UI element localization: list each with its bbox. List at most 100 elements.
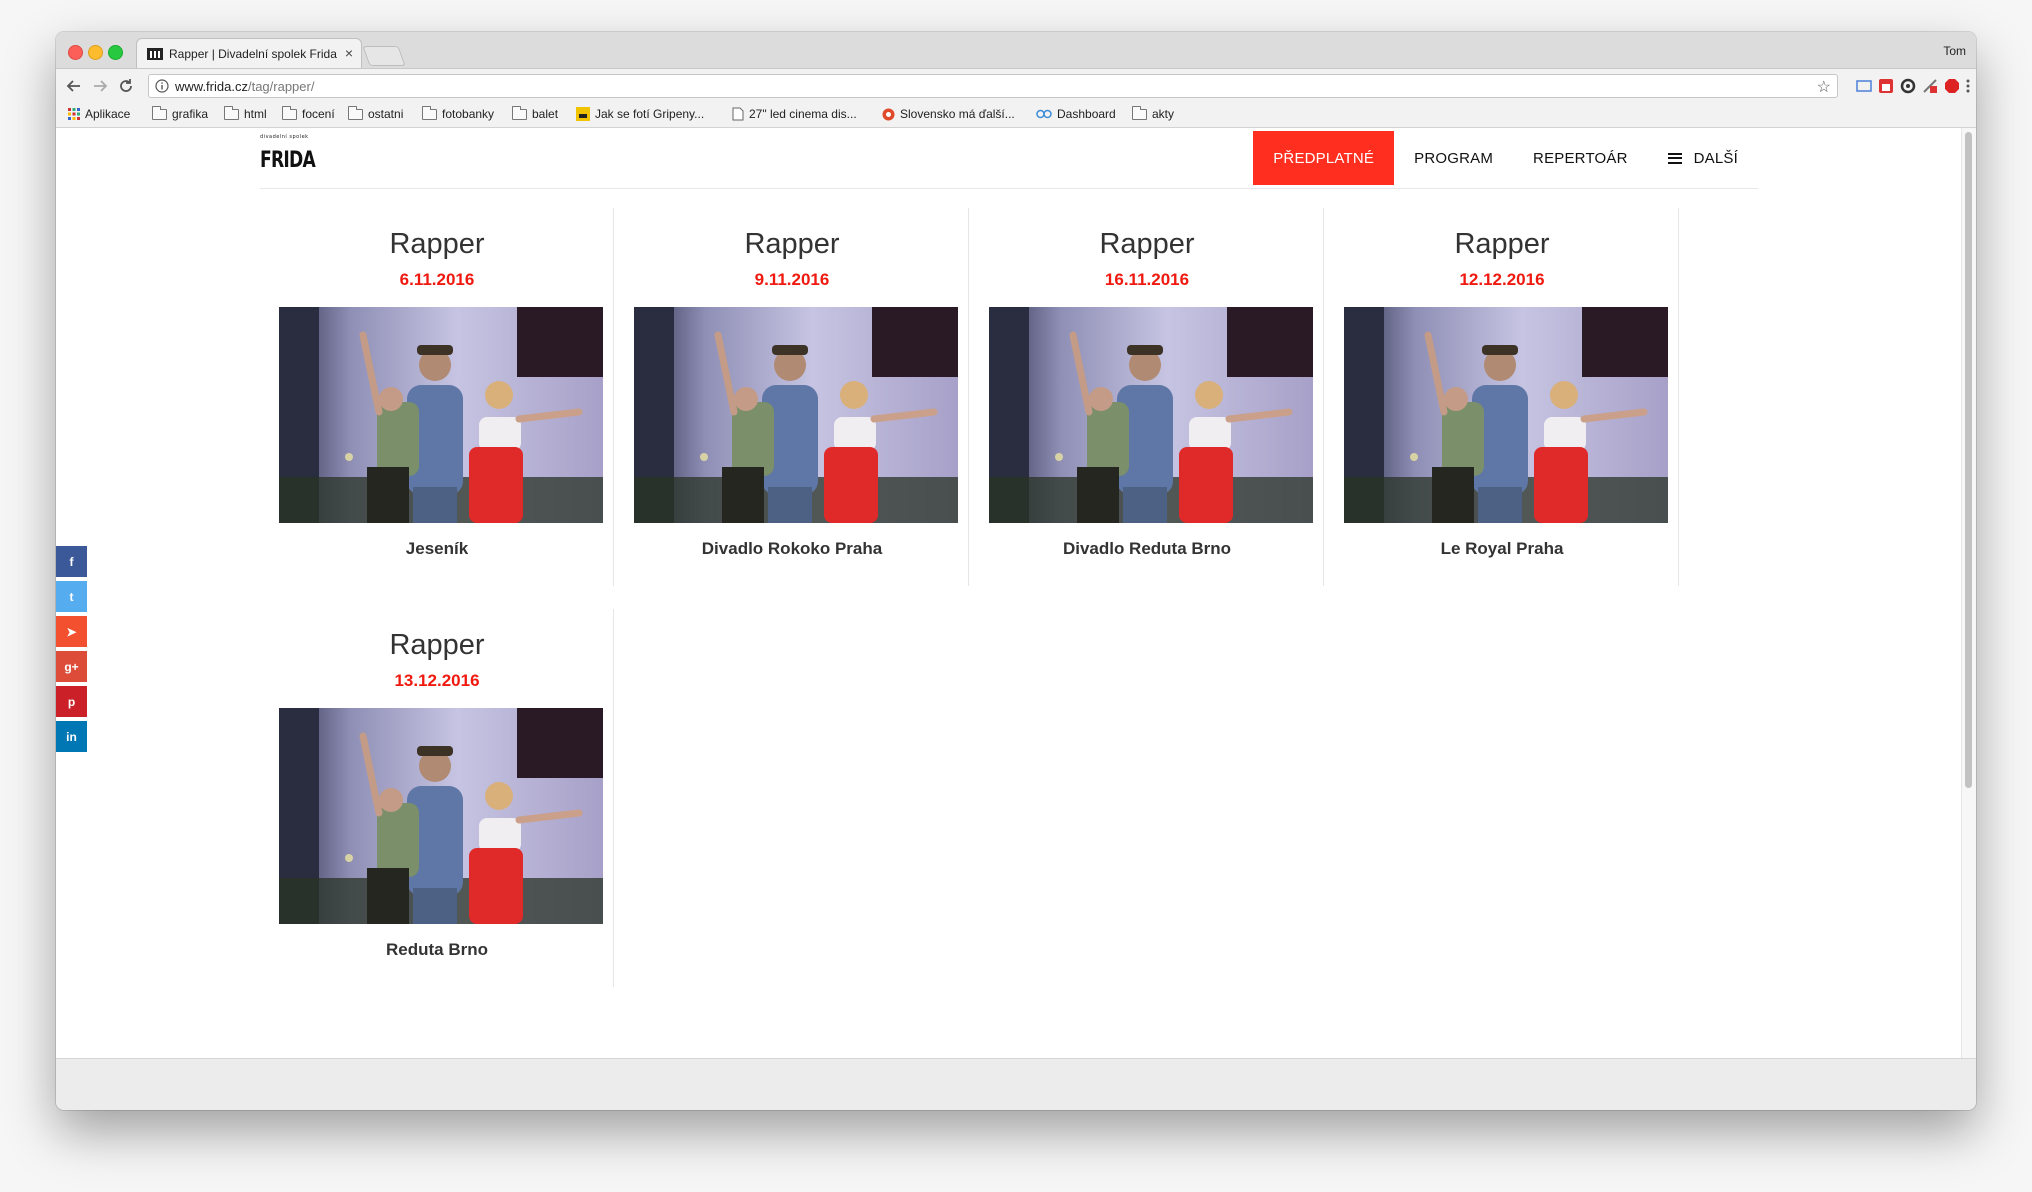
event-venue: Divadlo Reduta Brno (1062, 539, 1232, 558)
folder-icon (224, 105, 239, 120)
apps-grid-icon (68, 108, 80, 120)
event-photo[interactable] (279, 307, 603, 523)
event-card[interactable]: Rapper 16.11.2016 Divadlo Reduta Brno (970, 208, 1324, 586)
bookmark-label: akty (1152, 107, 1175, 121)
bookmark-folder[interactable]: html (224, 105, 267, 121)
browser-toolbar: www.frida.cz/tag/rapper/ ☆ (56, 69, 1976, 103)
bookmark-link[interactable]: 27" led cinema dis... (732, 107, 857, 121)
bookmark-folder[interactable]: fotobanky (422, 105, 495, 121)
event-date: 9.11.2016 (754, 270, 830, 289)
hamburger-icon (1667, 152, 1682, 164)
bookmark-label: balet (532, 107, 559, 121)
bookmark-label: Aplikace (85, 107, 131, 121)
page-icon (732, 107, 744, 121)
forward-icon[interactable] (90, 76, 110, 96)
tab-strip: Rapper | Divadelní spolek Frida × Tom (56, 32, 1976, 69)
nav-repertoire[interactable]: REPERTOÁR (1513, 131, 1648, 185)
address-bar[interactable]: www.frida.cz/tag/rapper/ ☆ (148, 74, 1838, 98)
logo-tagline: divadelní spolek (260, 134, 309, 140)
facebook-share-icon[interactable]: f (56, 546, 87, 577)
back-icon[interactable] (64, 76, 84, 96)
site-favicon-icon (882, 108, 895, 120)
frida-favicon-icon (147, 48, 163, 60)
event-title[interactable]: Rapper (260, 228, 614, 261)
event-card[interactable]: Rapper 9.11.2016 Divadlo Rokoko Praha (615, 208, 969, 586)
logo-wordmark: FRIDA (260, 148, 316, 173)
bookmark-star-icon[interactable]: ☆ (1817, 77, 1831, 97)
nav-more-label: DALŠÍ (1693, 149, 1738, 167)
tab-close-icon[interactable]: × (345, 45, 353, 61)
adblock-icon[interactable] (1944, 78, 1960, 94)
event-card[interactable]: Rapper 12.12.2016 Le Royal Praha (1325, 208, 1679, 586)
bookmark-label: 27" led cinema dis... (749, 107, 857, 121)
event-date: 12.12.2016 (1459, 270, 1545, 289)
event-photo[interactable] (989, 307, 1313, 523)
bookmark-link[interactable]: Jak se fotí Gripeny... (576, 107, 704, 121)
site-favicon-icon (576, 107, 590, 121)
bookmark-label: grafika (172, 107, 209, 121)
settings-extension-icon[interactable] (1900, 78, 1916, 94)
folder-icon (348, 105, 363, 120)
minimize-window-button[interactable] (88, 45, 103, 60)
page-scrollbar[interactable] (1961, 128, 1976, 1058)
bookmark-label: focení (302, 107, 335, 121)
dashboard-favicon-icon (1036, 109, 1052, 119)
close-window-button[interactable] (68, 45, 83, 60)
bookmark-link[interactable]: Dashboard (1036, 107, 1116, 121)
info-icon[interactable] (155, 79, 169, 93)
event-card[interactable]: Rapper 6.11.2016 Jeseník (260, 208, 614, 586)
nav-program[interactable]: PROGRAM (1394, 131, 1513, 185)
new-tab-button[interactable] (362, 46, 406, 66)
event-venue: Le Royal Praha (1440, 539, 1564, 558)
event-title[interactable]: Rapper (1325, 228, 1679, 261)
bookmark-label: Dashboard (1057, 107, 1116, 121)
bookmark-label: html (244, 107, 267, 121)
event-photo[interactable] (634, 307, 958, 523)
google-plus-share-icon[interactable]: g+ (56, 651, 87, 682)
bookmark-label: fotobanky (442, 107, 495, 121)
url-text: www.frida.cz/tag/rapper/ (175, 79, 314, 94)
url-path: /tag/rapper/ (247, 79, 315, 94)
event-venue: Reduta Brno (386, 940, 488, 959)
bookmark-apps[interactable]: Aplikace (68, 107, 130, 121)
folder-icon (152, 105, 167, 120)
bookmark-folder[interactable]: ostatni (348, 105, 403, 121)
site-logo[interactable]: divadelní spolek FRIDA (260, 134, 316, 182)
bookmark-link[interactable]: Slovensko má ďalší... (882, 107, 1015, 121)
reload-icon[interactable] (116, 76, 136, 96)
cast-icon[interactable] (1856, 78, 1872, 94)
bookmark-folder[interactable]: akty (1132, 105, 1175, 121)
event-title[interactable]: Rapper (260, 629, 614, 662)
twitter-share-icon[interactable]: t (56, 581, 87, 612)
profile-name[interactable]: Tom (1943, 44, 1966, 58)
browser-window: Rapper | Divadelní spolek Frida × Tom ww… (56, 32, 1976, 1110)
calendar-extension-icon[interactable] (1878, 78, 1894, 94)
event-date: 6.11.2016 (399, 270, 475, 289)
url-domain: www.frida.cz (175, 79, 248, 94)
bookmark-label: Jak se fotí Gripeny... (595, 107, 705, 121)
event-title[interactable]: Rapper (615, 228, 969, 261)
page-viewport: divadelní spolek FRIDA PŘEDPLATNÉ PROGRA… (56, 128, 1976, 1058)
event-photo[interactable] (279, 708, 603, 924)
event-photo[interactable] (1344, 307, 1668, 523)
nav-subscription[interactable]: PŘEDPLATNÉ (1253, 131, 1395, 185)
linkedin-share-icon[interactable]: in (56, 721, 87, 752)
bookmark-label: Slovensko má ďalší... (900, 107, 1015, 121)
social-share-bar: f t ➤ g+ p in (56, 546, 87, 756)
telegram-share-icon[interactable]: ➤ (56, 616, 87, 647)
bookmark-folder[interactable]: focení (282, 105, 335, 121)
page-footer-strip (56, 1058, 1976, 1110)
vpn-extension-icon[interactable] (1922, 78, 1938, 94)
bookmark-folder[interactable]: balet (512, 105, 559, 121)
main-nav: PŘEDPLATNÉ PROGRAM REPERTOÁR DALŠÍ (1253, 131, 1758, 185)
more-menu-icon[interactable] (1960, 78, 1976, 94)
bookmark-folder[interactable]: grafika (152, 105, 209, 121)
pinterest-share-icon[interactable]: p (56, 686, 87, 717)
folder-icon (512, 105, 527, 120)
event-card[interactable]: Rapper 13.12.2016 Reduta Brno (260, 609, 614, 987)
scrollbar-thumb[interactable] (1965, 132, 1972, 788)
event-title[interactable]: Rapper (970, 228, 1324, 261)
tab-active[interactable]: Rapper | Divadelní spolek Frida × (136, 38, 362, 68)
nav-more[interactable]: DALŠÍ (1648, 131, 1758, 185)
zoom-window-button[interactable] (108, 45, 123, 60)
